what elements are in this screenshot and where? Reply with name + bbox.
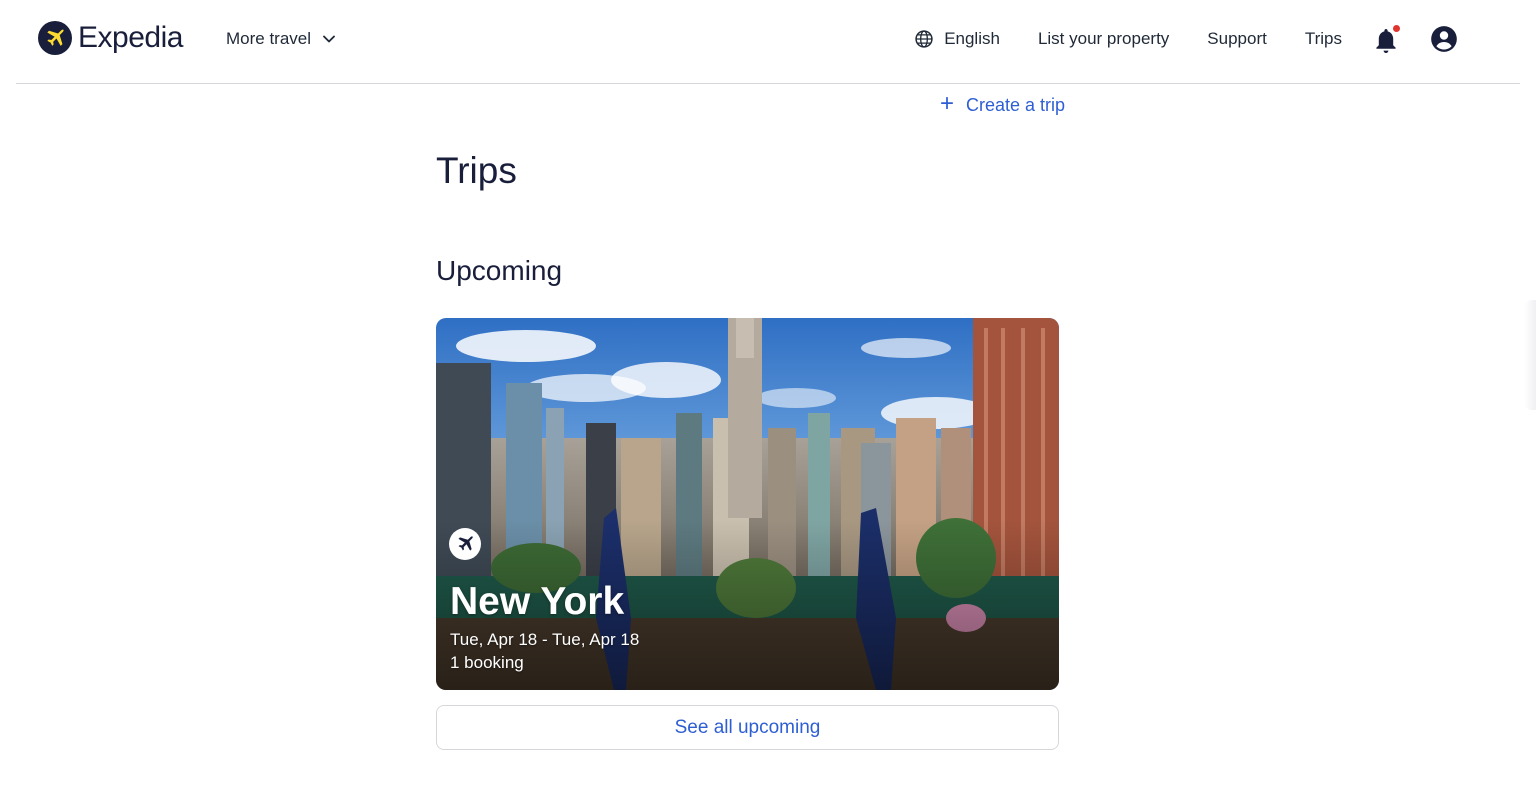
side-edge-tab	[1524, 300, 1536, 410]
account-button[interactable]	[1430, 25, 1458, 53]
list-property-link[interactable]: List your property	[1038, 29, 1169, 49]
account-icon	[1431, 26, 1457, 52]
section-title-upcoming: Upcoming	[436, 255, 563, 286]
chevron-down-icon	[323, 35, 335, 43]
trip-card-new-york[interactable]: New York Tue, Apr 18 - Tue, Apr 18 1 boo…	[436, 318, 1059, 690]
notifications-button[interactable]	[1374, 25, 1400, 53]
plus-icon: +	[940, 90, 955, 117]
language-label: English	[944, 29, 1000, 48]
create-trip-label: Create a trip	[966, 94, 1066, 115]
trips-link[interactable]: Trips	[1305, 29, 1342, 49]
expedia-logo[interactable]: Expedia	[38, 20, 183, 56]
notification-dot	[1393, 25, 1400, 32]
top-header: Expedia More travel English List your pr…	[16, 0, 1520, 84]
airplane-icon	[458, 536, 473, 551]
header-nav: English List your property Support Trips	[914, 22, 1458, 56]
expedia-logo-icon	[38, 21, 72, 55]
more-travel-label: More travel	[226, 29, 312, 48]
flight-badge	[449, 528, 481, 560]
support-link[interactable]: Support	[1207, 29, 1267, 49]
trip-dates: Tue, Apr 18 - Tue, Apr 18	[450, 630, 640, 649]
page-title: Trips	[436, 150, 517, 191]
trip-city: New York	[450, 580, 625, 623]
trip-bookings-count: 1 booking	[450, 653, 524, 672]
more-travel-menu[interactable]: More travel	[226, 28, 335, 50]
see-all-upcoming-button[interactable]: See all upcoming	[436, 705, 1059, 750]
language-selector[interactable]: English	[914, 29, 1000, 49]
logo-text: Expedia	[78, 21, 183, 54]
globe-icon	[915, 30, 933, 48]
create-trip-button[interactable]: + Create a trip	[940, 90, 1066, 117]
